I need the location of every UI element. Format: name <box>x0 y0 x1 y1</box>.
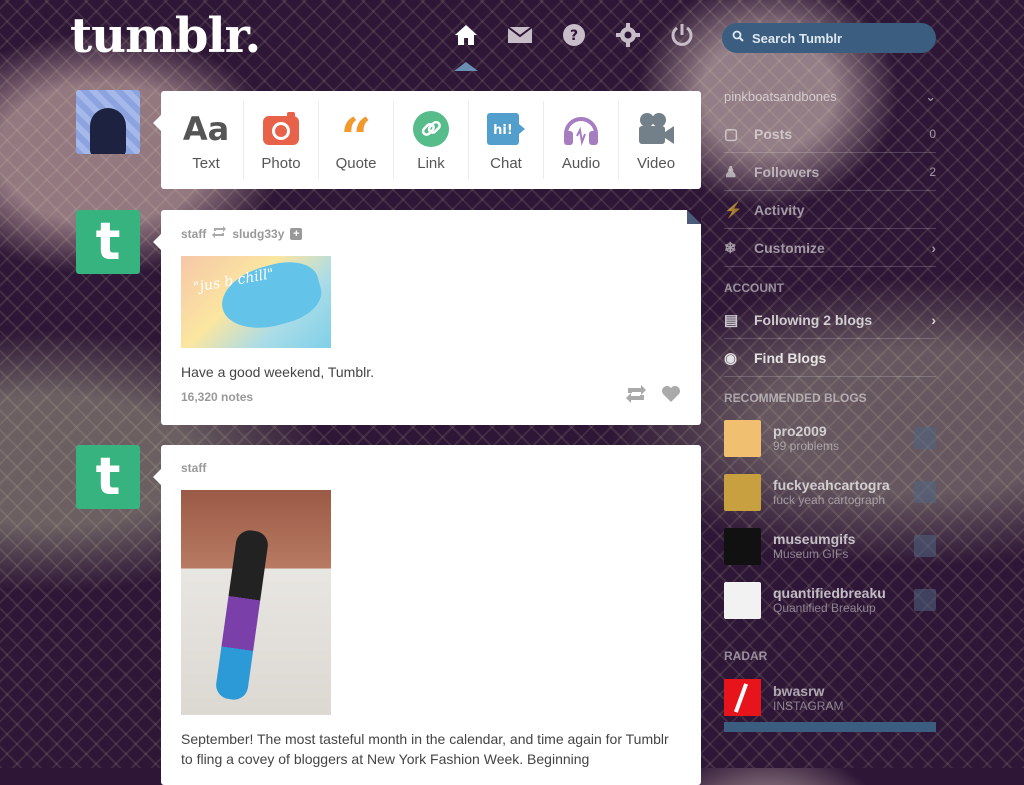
recommended-blog[interactable]: museumgifs Museum GIFs <box>724 519 936 573</box>
post-body: Have a good weekend, Tumblr. <box>181 364 375 380</box>
top-nav: ? <box>452 20 696 50</box>
svg-text:?: ? <box>570 28 578 44</box>
post-header: staff <box>181 461 681 475</box>
post-notes-count[interactable]: 16,320 notes <box>181 390 253 404</box>
blog-selector[interactable]: pinkboatsandbones ⌄ <box>724 78 936 115</box>
following-icon: ▤ <box>724 311 739 329</box>
radar-image-strip <box>724 722 936 732</box>
sidebar-item-posts[interactable]: ▢ Posts 0 <box>724 115 936 153</box>
reblogged-from-link[interactable]: sludg33y <box>232 227 284 241</box>
follow-blog-button[interactable] <box>914 481 936 503</box>
blog-name: pinkboatsandbones <box>724 89 837 104</box>
sidebar-item-activity[interactable]: ⚡ Activity <box>724 191 936 229</box>
active-nav-caret <box>454 62 478 71</box>
quote-icon: “ <box>340 105 372 170</box>
post-author-link[interactable]: staff <box>181 461 206 475</box>
new-quote-post-button[interactable]: “ Quote <box>319 101 394 179</box>
tumblr-logo[interactable]: tumblr. <box>70 8 261 64</box>
search-icon <box>732 29 744 47</box>
post-photo[interactable] <box>181 490 331 715</box>
post-pointer <box>153 469 161 485</box>
post-author-link[interactable]: staff <box>181 227 206 241</box>
like-heart-icon[interactable] <box>661 385 681 409</box>
blog-avatar <box>724 581 761 619</box>
gear-icon[interactable] <box>614 20 642 50</box>
post-photo[interactable]: "jus b chill" <box>181 256 331 348</box>
help-icon[interactable]: ? <box>560 20 588 50</box>
customize-icon: ❄ <box>724 239 737 257</box>
follow-blog-button[interactable] <box>914 589 936 611</box>
new-photo-post-button[interactable]: Photo <box>244 101 319 179</box>
radar-post[interactable]: bwasrw INSTAGRAM <box>724 679 936 716</box>
follow-blog-button[interactable] <box>914 427 936 449</box>
staff-avatar[interactable]: t <box>76 445 140 509</box>
recommended-blog[interactable]: quantifiedbreaku Quantified Breakup <box>724 573 936 627</box>
sidebar-item-customize[interactable]: ❄ Customize › <box>724 229 936 267</box>
power-icon[interactable] <box>668 20 696 50</box>
post-actions <box>625 385 681 409</box>
search-input[interactable] <box>750 29 924 47</box>
post-header: staff sludg33y + <box>181 226 681 241</box>
recommended-blog[interactable]: pro2009 99 problems <box>724 411 936 465</box>
recommended-blog[interactable]: fuckyeahcartogra fuck yeah cartograph <box>724 465 936 519</box>
new-audio-post-button[interactable]: Audio <box>544 101 619 179</box>
sidebar-item-following[interactable]: ▤ Following 2 blogs › <box>724 301 936 339</box>
radar-heading: RADAR <box>724 649 768 663</box>
radar-avatar <box>724 679 761 716</box>
home-icon[interactable] <box>452 20 480 50</box>
mail-icon[interactable] <box>506 20 534 50</box>
dancer-figure <box>214 528 270 702</box>
blog-avatar <box>724 527 761 565</box>
new-video-post-button[interactable]: Video <box>619 101 693 179</box>
post-corner-fold[interactable] <box>687 210 701 224</box>
recommended-heading: RECOMMENDED BLOGS <box>724 391 867 405</box>
reblog-icon[interactable] <box>625 385 647 409</box>
account-heading: ACCOUNT <box>724 281 784 295</box>
video-camera-icon <box>637 109 675 149</box>
camera-icon <box>262 109 300 149</box>
chevron-right-icon: › <box>931 311 936 328</box>
link-icon <box>413 109 449 149</box>
new-text-post-button[interactable]: Aa Text <box>169 101 244 179</box>
reblog-small-icon <box>212 226 227 241</box>
blog-avatar <box>724 419 761 457</box>
follow-blog-button[interactable] <box>914 535 936 557</box>
followers-icon: ♟ <box>724 163 738 181</box>
dashboard-post: staff September! The most tasteful month… <box>161 445 701 785</box>
staff-avatar[interactable]: t <box>76 210 140 274</box>
svg-text:hi!: hi! <box>493 123 513 138</box>
sidebar-item-followers[interactable]: ♟ Followers 2 <box>724 153 936 191</box>
new-chat-post-button[interactable]: hi! Chat <box>469 101 544 179</box>
new-link-post-button[interactable]: Link <box>394 101 469 179</box>
chevron-down-icon: ⌄ <box>925 88 936 104</box>
post-pointer <box>153 234 161 250</box>
posts-icon: ▢ <box>724 125 739 143</box>
user-avatar[interactable] <box>76 90 140 154</box>
dashboard-post: staff sludg33y + "jus b chill" Have a go… <box>161 210 701 425</box>
headphones-icon <box>562 109 600 149</box>
text-icon: Aa <box>182 109 230 148</box>
composer-pointer <box>153 115 161 131</box>
compass-icon: ◉ <box>724 349 738 367</box>
sidebar-item-find-blogs[interactable]: ◉ Find Blogs <box>724 339 936 377</box>
chevron-right-icon: › <box>931 239 936 256</box>
post-body: September! The most tasteful month in th… <box>181 731 669 767</box>
search-box[interactable] <box>722 23 936 53</box>
activity-icon: ⚡ <box>724 201 743 219</box>
follow-plus-icon[interactable]: + <box>290 227 303 240</box>
sidebar: pinkboatsandbones ⌄ ▢ Posts 0 ♟ Follower… <box>724 78 936 732</box>
blog-avatar <box>724 473 761 511</box>
post-composer: Aa Text Photo “ Quote Link hi! Chat Audi… <box>161 91 701 189</box>
chat-icon: hi! <box>486 109 526 149</box>
post-footer: 16,320 notes <box>181 385 681 409</box>
